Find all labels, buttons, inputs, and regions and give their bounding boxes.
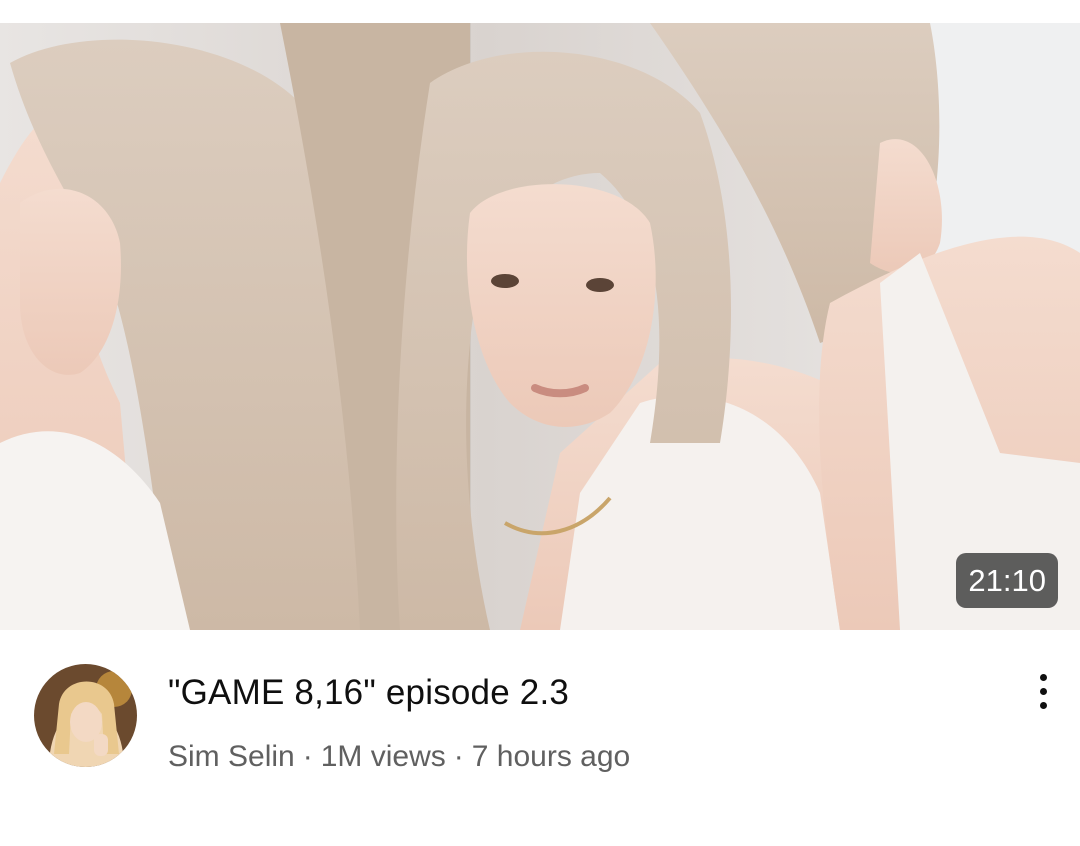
- video-card: 21:10 "GAME 8,16" episode 2.3 Sim Selin ·…: [0, 0, 1080, 846]
- dot: [1039, 673, 1047, 681]
- view-count: 1M views: [320, 740, 446, 773]
- duration-badge: 21:10: [956, 553, 1058, 608]
- dot: [1039, 701, 1047, 709]
- video-meta: "GAME 8,16" episode 2.3 Sim Selin · 1M vie…: [0, 630, 1080, 846]
- video-subline: Sim Selin · 1M views · 7 hours ago: [168, 740, 630, 774]
- channel-avatar[interactable]: [34, 664, 137, 767]
- separator: ·: [453, 740, 464, 773]
- dot: [1039, 687, 1047, 695]
- channel-name[interactable]: Sim Selin: [168, 740, 295, 773]
- more-vertical-icon[interactable]: [1020, 668, 1066, 714]
- separator: ·: [302, 740, 313, 773]
- thumbnail-image: [0, 23, 1080, 630]
- video-thumbnail[interactable]: 21:10: [0, 23, 1080, 630]
- upload-age: 7 hours ago: [471, 740, 631, 773]
- video-title[interactable]: "GAME 8,16" episode 2.3: [168, 673, 569, 713]
- avatar-image: [34, 664, 137, 767]
